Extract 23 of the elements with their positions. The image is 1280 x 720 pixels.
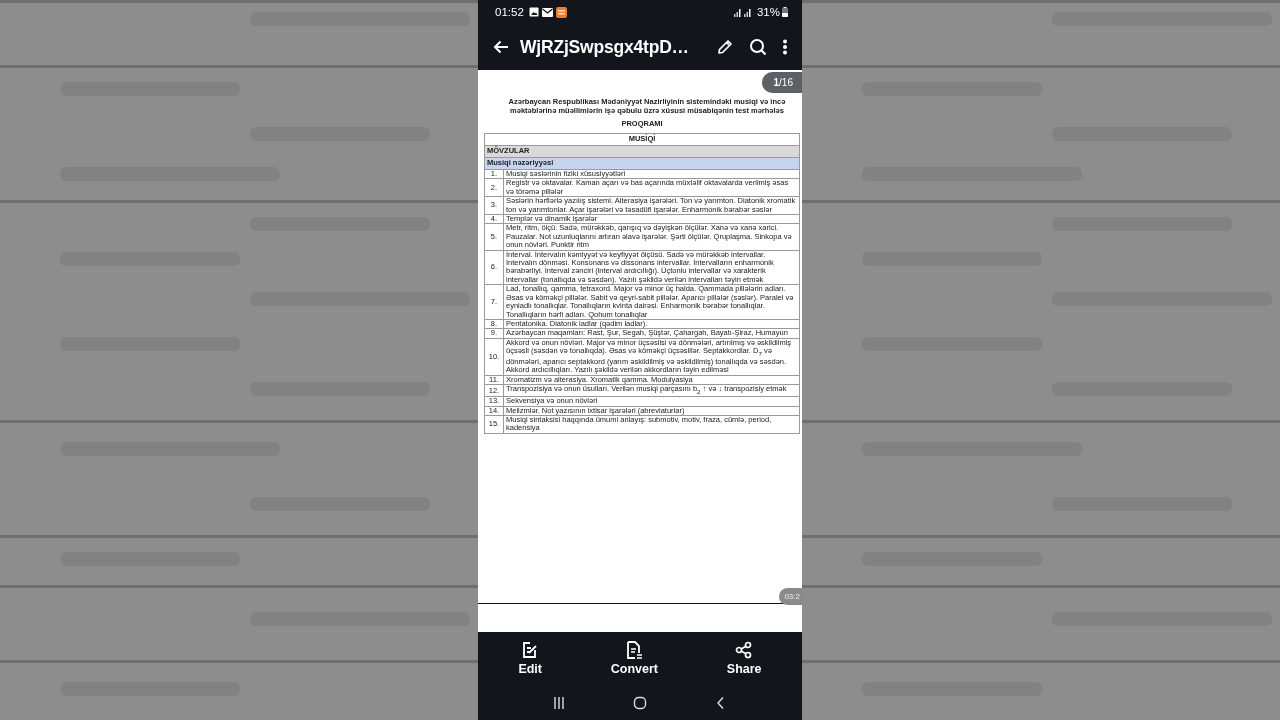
clock-time: 01:52 (495, 6, 524, 18)
share-icon (735, 641, 754, 659)
share-button[interactable]: Share (718, 639, 770, 678)
convert-button[interactable]: Convert (602, 639, 667, 678)
document-icon (625, 641, 644, 659)
pencil-icon[interactable] (716, 38, 734, 56)
page-counter: 1/16 (761, 72, 802, 93)
home-icon[interactable] (633, 695, 647, 710)
document-title: WjRZjSwpsgx4tpD… (520, 36, 690, 58)
signal-icon (743, 7, 752, 17)
more-icon[interactable] (782, 39, 788, 55)
edit-button[interactable]: Edit (510, 639, 550, 678)
app-icon (555, 6, 567, 18)
edit-icon (521, 641, 540, 659)
timestamp-badge: 03:2 (779, 588, 802, 605)
signal-icon (733, 7, 742, 17)
battery-icon (782, 7, 788, 17)
mail-icon (541, 7, 553, 17)
battery-percent: 31% (756, 6, 780, 18)
gallery-icon (528, 7, 539, 17)
recents-icon[interactable] (551, 695, 566, 710)
back-icon[interactable] (493, 40, 509, 54)
search-icon[interactable] (749, 38, 767, 56)
